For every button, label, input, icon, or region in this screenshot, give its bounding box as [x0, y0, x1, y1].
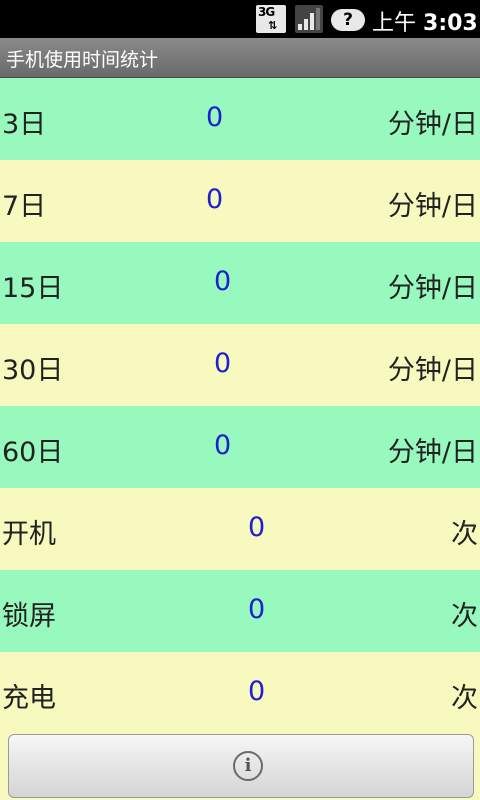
row-label: 锁屏: [2, 601, 56, 632]
info-button[interactable]: i: [8, 734, 474, 798]
stat-row-7-days: 7日 0 分钟/日: [0, 160, 480, 242]
stat-row-30-days: 30日 0 分钟/日: [0, 324, 480, 406]
row-value: 0: [214, 266, 232, 297]
app-title: 手机使用时间统计: [6, 49, 159, 71]
row-label: 3日: [2, 109, 47, 140]
title-bar: 手机使用时间统计: [0, 38, 480, 78]
info-icon: i: [233, 751, 263, 781]
status-bar: 3G ⇅ ? 上午 3:03: [0, 0, 480, 38]
row-unit: 次: [451, 683, 478, 714]
stat-row-60-days: 60日 0 分钟/日: [0, 406, 480, 488]
stat-row-screen-lock: 锁屏 0 次: [0, 570, 480, 652]
stats-list: 3日 0 分钟/日 7日 0 分钟/日 15日 0 分钟/日 30日 0 分钟/…: [0, 78, 480, 734]
row-value: 0: [248, 594, 266, 625]
row-value: 0: [248, 676, 266, 707]
stat-row-15-days: 15日 0 分钟/日: [0, 242, 480, 324]
row-unit: 分钟/日: [387, 273, 478, 304]
row-value: 0: [214, 348, 232, 379]
time-prefix: 上午: [372, 11, 417, 36]
row-label: 7日: [2, 191, 47, 222]
row-label: 15日: [2, 273, 64, 304]
network-type: 3G: [258, 5, 275, 19]
bottom-bar: i: [0, 732, 480, 800]
stat-row-charging: 充电 0 次: [0, 652, 480, 734]
row-unit: 分钟/日: [387, 355, 478, 386]
network-3g-icon: 3G ⇅: [256, 5, 286, 33]
stat-row-3-days: 3日 0 分钟/日: [0, 78, 480, 160]
data-arrows-icon: ⇅: [268, 19, 278, 32]
help-question-icon: ?: [331, 9, 365, 31]
row-value: 0: [206, 102, 224, 133]
row-unit: 分钟/日: [387, 191, 478, 222]
status-clock: 上午 3:03: [372, 5, 478, 37]
row-label: 30日: [2, 355, 64, 386]
screen: 3G ⇅ ? 上午 3:03 手机使用时间统计 3日 0 分钟/日 7日 0 分…: [0, 0, 480, 800]
time-value: 3:03: [423, 11, 478, 36]
row-label: 开机: [2, 519, 56, 550]
row-unit: 次: [451, 519, 478, 550]
row-label: 充电: [2, 683, 56, 714]
row-value: 0: [214, 430, 232, 461]
signal-strength-icon: [295, 5, 323, 33]
row-label: 60日: [2, 437, 64, 468]
row-unit: 分钟/日: [387, 109, 478, 140]
row-value: 0: [206, 184, 224, 215]
stat-row-power-on: 开机 0 次: [0, 488, 480, 570]
row-value: 0: [248, 512, 266, 543]
row-unit: 次: [451, 601, 478, 632]
row-unit: 分钟/日: [387, 437, 478, 468]
